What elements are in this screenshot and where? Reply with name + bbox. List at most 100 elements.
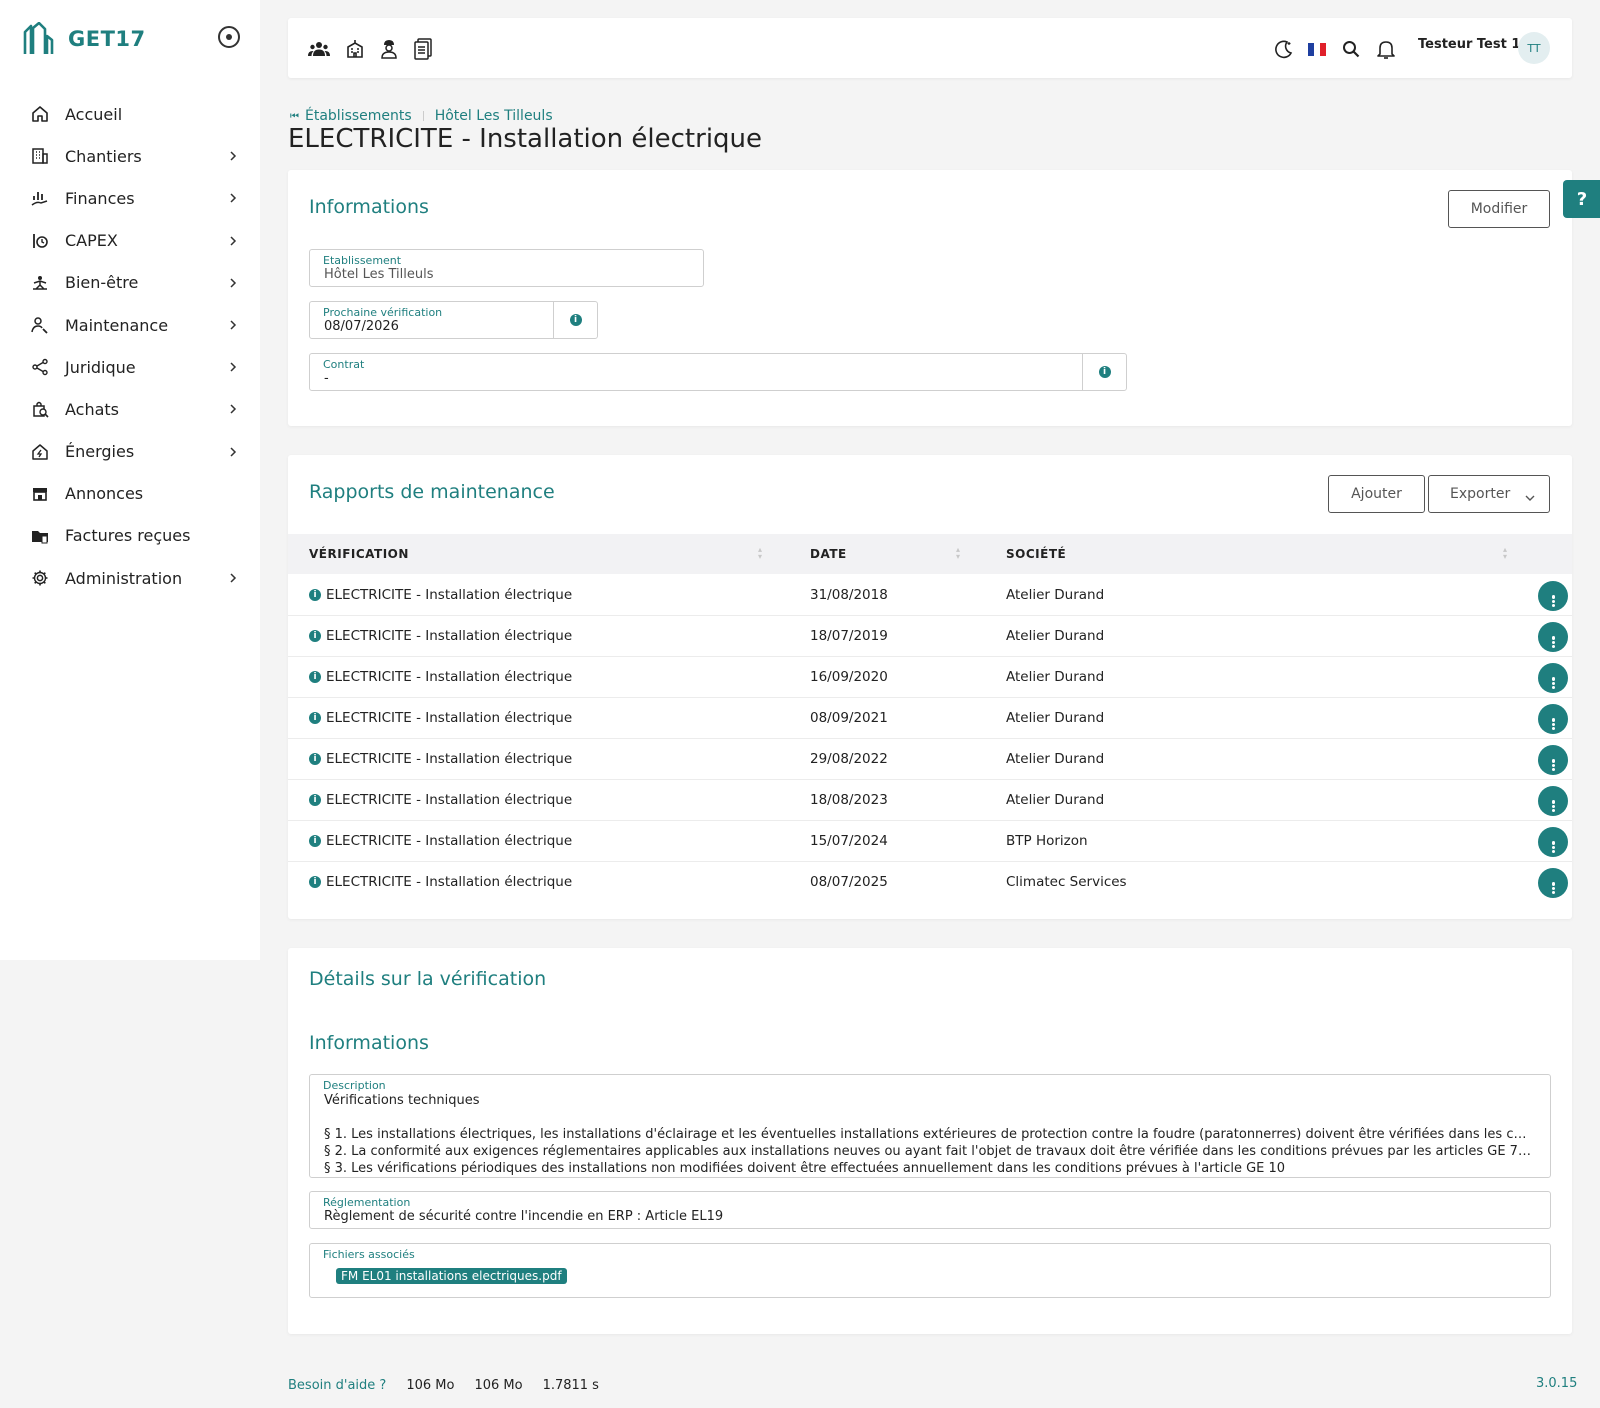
info-icon: i (309, 712, 321, 724)
cell-verification: i ELECTRICITE - Installation électrique (309, 751, 572, 767)
contrat-value: - (324, 371, 329, 386)
sidebar-item-capex[interactable]: CAPEX (0, 220, 260, 262)
table-row[interactable]: i ELECTRICITE - Installation électrique 1… (288, 821, 1572, 862)
dark-mode-icon[interactable] (1273, 38, 1295, 60)
table-row[interactable]: i ELECTRICITE - Installation électrique 2… (288, 739, 1572, 780)
sidebar-item-label: Chantiers (65, 146, 142, 166)
documents-icon[interactable] (412, 38, 434, 60)
table-row[interactable]: i ELECTRICITE - Installation électrique 1… (288, 657, 1572, 698)
row-actions-button[interactable] (1538, 827, 1568, 857)
prochaine-info-button[interactable]: i (553, 302, 597, 338)
sidebar-item-maintenance[interactable]: Maintenance (0, 304, 260, 346)
informations-card: Informations Modifier Etablissement Hôte… (288, 170, 1572, 426)
bell-icon[interactable] (1375, 38, 1397, 60)
description-field: Description Vérifications techniques § 1… (309, 1074, 1551, 1178)
contrat-info-button[interactable]: i (1082, 354, 1126, 390)
sidebar-item-finances[interactable]: Finances (0, 177, 260, 219)
chevron-right-icon (226, 402, 240, 416)
user-name[interactable]: Testeur Test 1 (1418, 37, 1520, 52)
fichiers-field: Fichiers associés FM EL01 installations … (309, 1243, 1551, 1298)
add-button[interactable]: Ajouter (1328, 475, 1425, 513)
rapports-title: Rapports de maintenance (309, 481, 555, 503)
row-actions-button[interactable] (1538, 745, 1568, 775)
table-row[interactable]: i ELECTRICITE - Installation électrique 3… (288, 575, 1572, 616)
worker-icon[interactable] (378, 38, 400, 60)
memory-usage-1: 106 Mo (406, 1378, 455, 1393)
sidebar-item-energies[interactable]: Énergies (0, 431, 260, 473)
prochaine-verification-value: 08/07/2026 (324, 319, 399, 334)
row-actions-button[interactable] (1538, 786, 1568, 816)
cell-societe: Atelier Durand (1006, 751, 1105, 767)
energy-house-icon (30, 442, 50, 462)
sidebar-item-annonces[interactable]: Annonces (0, 473, 260, 515)
chevron-right-icon (226, 234, 240, 248)
info-icon: i (309, 876, 321, 888)
file-chip[interactable]: FM EL01 installations electriques.pdf (336, 1268, 567, 1284)
chart-hand-icon (30, 188, 50, 208)
sidebar-item-label: Administration (65, 568, 183, 588)
row-actions-button[interactable] (1538, 581, 1568, 611)
search-icon[interactable] (1340, 38, 1362, 60)
cell-date: 15/07/2024 (810, 833, 888, 849)
sidebar-item-administration[interactable]: Administration (0, 557, 260, 599)
help-link[interactable]: Besoin d'aide ? (288, 1378, 386, 1393)
chevron-right-icon (226, 571, 240, 585)
description-label: Description (323, 1079, 386, 1092)
render-time: 1.7811 s (542, 1378, 599, 1393)
row-actions-button[interactable] (1538, 868, 1568, 898)
sort-icon[interactable]: ▴ ▾ (956, 546, 962, 561)
french-flag-icon[interactable] (1306, 38, 1328, 60)
users-icon[interactable] (308, 38, 330, 60)
info-icon: i (309, 589, 321, 601)
column-header-societe[interactable]: SOCIÉTÉ (1006, 547, 1066, 561)
cell-date: 18/07/2019 (810, 628, 888, 644)
description-text: Vérifications techniques § 1. Les instal… (324, 1093, 1534, 1176)
table-row[interactable]: i ELECTRICITE - Installation électrique 1… (288, 780, 1572, 821)
sort-icon[interactable]: ▴ ▾ (758, 546, 764, 561)
column-header-verification[interactable]: VÉRIFICATION (309, 547, 409, 561)
sidebar-item-chantiers[interactable]: Chantiers (0, 135, 260, 177)
sidebar-item-label: CAPEX (65, 231, 118, 251)
table-row[interactable]: i ELECTRICITE - Installation électrique 1… (288, 616, 1572, 657)
topbar: Testeur Test 1 TT (288, 18, 1572, 78)
gear-icon (30, 568, 50, 588)
sidebar-item-juridique[interactable]: Juridique (0, 346, 260, 388)
row-actions-button[interactable] (1538, 663, 1568, 693)
shopping-bag-icon (30, 399, 50, 419)
row-actions-button[interactable] (1538, 704, 1568, 734)
building-icon[interactable] (344, 38, 366, 60)
brand-name: GET17 (68, 27, 146, 51)
sidebar-item-label: Maintenance (65, 315, 169, 335)
sidebar-item-bien-etre[interactable]: Bien-être (0, 262, 260, 304)
table-row[interactable]: i ELECTRICITE - Installation électrique 0… (288, 698, 1572, 739)
sidebar-item-accueil[interactable]: Accueil (0, 93, 260, 135)
brand[interactable]: GET17 (22, 22, 146, 56)
chevron-right-icon (226, 191, 240, 205)
cell-societe: Atelier Durand (1006, 710, 1105, 726)
folder-invoice-icon (30, 526, 50, 546)
avatar[interactable]: TT (1518, 32, 1550, 64)
sidebar-collapse-toggle[interactable] (218, 26, 240, 48)
cell-date: 29/08/2022 (810, 751, 888, 767)
sidebar-item-factures-recues[interactable]: Factures reçues (0, 515, 260, 557)
info-icon: i (309, 671, 321, 683)
breadcrumb-item-etablissements[interactable]: Établissements (305, 108, 412, 124)
details-title: Détails sur la vérification (309, 968, 547, 990)
back-icon[interactable]: ⏮ (290, 111, 299, 122)
sort-icon[interactable]: ▴ ▾ (1503, 546, 1509, 561)
export-dropdown[interactable]: Exporter (1428, 475, 1550, 513)
sidebar-item-achats[interactable]: Achats (0, 388, 260, 430)
help-tab-button[interactable]: ? (1563, 180, 1600, 218)
row-actions-button[interactable] (1538, 622, 1568, 652)
table-row[interactable]: i ELECTRICITE - Installation électrique 0… (288, 862, 1572, 903)
cell-verification: i ELECTRICITE - Installation électrique (309, 628, 572, 644)
share-icon (30, 357, 50, 377)
maintenance-icon (30, 315, 50, 335)
column-header-date[interactable]: DATE (810, 547, 847, 561)
breadcrumb-item-hotel[interactable]: Hôtel Les Tilleuls (435, 108, 553, 124)
prochaine-verification-field: Prochaine vérification 08/07/2026 i (309, 301, 598, 339)
cell-societe: Atelier Durand (1006, 587, 1105, 603)
wellbeing-icon (30, 273, 50, 293)
chevron-right-icon (226, 360, 240, 374)
modify-button[interactable]: Modifier (1448, 190, 1550, 228)
